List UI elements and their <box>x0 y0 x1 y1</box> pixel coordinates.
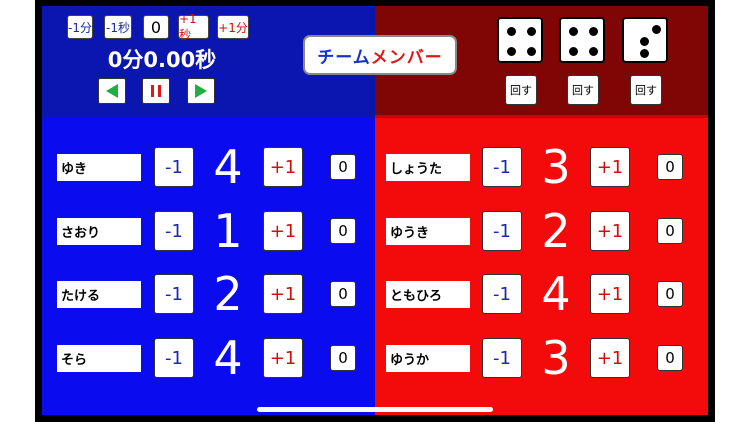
player-name: ゆうき <box>386 218 470 245</box>
player-name: しょうた <box>386 154 470 181</box>
home-indicator[interactable] <box>257 407 493 412</box>
die-pip <box>569 47 578 56</box>
device-frame: -1分 -1秒 0 +1秒 +1分 0分0.00秒 チーム メンバー 回す 回す … <box>35 0 715 422</box>
player-score: 2 <box>541 204 571 258</box>
minus-second-button[interactable]: -1秒 <box>104 15 132 39</box>
team-label: チーム <box>317 47 371 68</box>
pause-button[interactable] <box>142 78 170 104</box>
die-pip <box>507 27 516 36</box>
die-pip <box>640 37 649 46</box>
player-score: 3 <box>541 331 571 385</box>
die-pip <box>640 49 649 58</box>
plus-one-button[interactable]: +1 <box>263 338 303 378</box>
plus-one-button[interactable]: +1 <box>590 211 630 251</box>
reset-score-button[interactable]: 0 <box>657 154 683 180</box>
die-1 <box>497 17 543 63</box>
player-name: ゆうか <box>386 345 470 372</box>
minus-one-button[interactable]: -1 <box>482 211 522 251</box>
plus-one-button[interactable]: +1 <box>590 147 630 187</box>
reset-score-button[interactable]: 0 <box>657 281 683 307</box>
player-name: そら <box>57 345 141 372</box>
roll-die-1-button[interactable]: 回す <box>505 75 537 105</box>
player-score: 4 <box>213 140 243 194</box>
player-score: 4 <box>541 267 571 321</box>
player-score: 2 <box>213 267 243 321</box>
roll-die-3-button[interactable]: 回す <box>630 75 662 105</box>
reset-score-button[interactable]: 0 <box>657 218 683 244</box>
app-screen: -1分 -1秒 0 +1秒 +1分 0分0.00秒 チーム メンバー 回す 回す … <box>42 6 708 415</box>
plus-one-button[interactable]: +1 <box>263 274 303 314</box>
die-3 <box>622 17 668 63</box>
rewind-button[interactable] <box>98 78 126 104</box>
player-name: ともひろ <box>386 281 470 308</box>
minus-one-button[interactable]: -1 <box>482 338 522 378</box>
triangle-left-icon <box>106 84 118 98</box>
pause-icon <box>151 85 161 97</box>
player-name: ゆき <box>57 154 141 181</box>
player-name: さおり <box>57 218 141 245</box>
reset-score-button[interactable]: 0 <box>330 345 356 371</box>
die-pip <box>527 27 536 36</box>
minus-one-button[interactable]: -1 <box>154 147 194 187</box>
minus-one-button[interactable]: -1 <box>482 147 522 187</box>
plus-second-button[interactable]: +1秒 <box>178 12 209 42</box>
timer-counter-button[interactable]: 0 <box>143 15 169 39</box>
reset-score-button[interactable]: 0 <box>330 281 356 307</box>
die-pip <box>527 47 536 56</box>
player-name: たける <box>57 281 141 308</box>
plus-one-button[interactable]: +1 <box>590 338 630 378</box>
play-button[interactable] <box>187 78 215 104</box>
timer-display: 0分0.00秒 <box>107 48 217 72</box>
reset-score-button[interactable]: 0 <box>657 345 683 371</box>
die-2 <box>559 17 605 63</box>
die-pip <box>652 25 661 34</box>
player-score: 3 <box>541 140 571 194</box>
roll-die-2-button[interactable]: 回す <box>567 75 599 105</box>
minus-one-button[interactable]: -1 <box>154 211 194 251</box>
plus-one-button[interactable]: +1 <box>590 274 630 314</box>
minus-one-button[interactable]: -1 <box>154 338 194 378</box>
player-score: 4 <box>213 331 243 385</box>
minus-minute-button[interactable]: -1分 <box>67 15 93 39</box>
reset-score-button[interactable]: 0 <box>330 154 356 180</box>
triangle-right-icon <box>195 84 207 98</box>
die-pip <box>589 27 598 36</box>
team-members-button[interactable]: チーム メンバー <box>303 35 457 75</box>
die-pip <box>507 47 516 56</box>
reset-score-button[interactable]: 0 <box>330 218 356 244</box>
member-label: メンバー <box>370 47 443 68</box>
plus-minute-button[interactable]: +1分 <box>217 15 249 39</box>
plus-one-button[interactable]: +1 <box>263 211 303 251</box>
player-score: 1 <box>213 204 243 258</box>
die-pip <box>589 47 598 56</box>
minus-one-button[interactable]: -1 <box>482 274 522 314</box>
die-pip <box>569 27 578 36</box>
minus-one-button[interactable]: -1 <box>154 274 194 314</box>
plus-one-button[interactable]: +1 <box>263 147 303 187</box>
